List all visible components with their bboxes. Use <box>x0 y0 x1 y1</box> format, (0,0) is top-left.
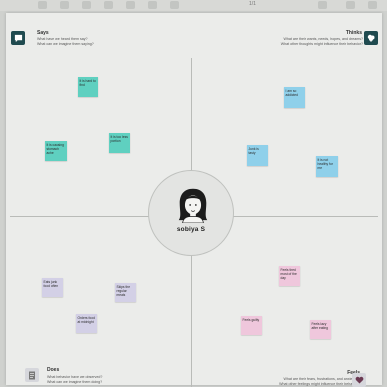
thought-cloud-icon <box>364 31 378 45</box>
sticky-note-does[interactable]: Eats junk food often <box>42 278 63 297</box>
feels-title: Feels <box>260 370 360 376</box>
persona-avatar-icon[interactable] <box>174 185 212 223</box>
toolbar-button[interactable] <box>318 1 327 9</box>
sticky-note-does[interactable]: Skips the regular meals <box>115 283 136 302</box>
sticky-note-says[interactable]: It is too less portion <box>109 133 130 153</box>
does-subtitle-2: What can we imagine them doing? <box>47 380 103 384</box>
sticky-note-says[interactable]: It is causing stomach ache <box>45 141 67 161</box>
sticky-note-does[interactable]: Orders food at midnight <box>76 314 97 333</box>
thinks-subtitle-2: What other thoughts might influence thei… <box>280 42 363 46</box>
speech-bubble-icon <box>11 31 25 45</box>
says-title: Says <box>37 30 49 36</box>
toolbar-button[interactable] <box>104 1 113 9</box>
sticky-note-feels[interactable]: Feels guilty <box>241 316 262 335</box>
persona-name[interactable]: sobiya S <box>148 226 234 233</box>
toolbar-button[interactable] <box>126 1 135 9</box>
top-toolbar: 1/1 <box>0 0 387 11</box>
sticky-note-feels[interactable]: Feels lazy after eating <box>310 320 331 339</box>
sticky-note-thinks[interactable]: I am so addicted <box>284 87 305 108</box>
zoom-label: 1/1 <box>249 1 256 7</box>
toolbar-button[interactable] <box>38 1 47 9</box>
toolbar-button[interactable] <box>148 1 157 9</box>
toolbar-button[interactable] <box>82 1 91 9</box>
toolbar-button[interactable] <box>60 1 69 9</box>
says-subtitle-2: What can we imagine them saying? <box>37 42 94 46</box>
heart-icon <box>352 373 366 387</box>
thinks-title: Thinks <box>345 30 362 36</box>
feels-subtitle-2: What other feelings might influence thei… <box>279 382 360 386</box>
sticky-note-thinks[interactable]: It is not healthy for me <box>316 156 338 177</box>
does-title: Does <box>47 367 60 373</box>
sticky-note-feels[interactable]: Feels tired most of the day <box>279 266 300 286</box>
sticky-note-says[interactable]: It is hard to find <box>78 77 98 97</box>
toolbar-button[interactable] <box>368 1 377 9</box>
sticky-note-thinks[interactable]: Junk is tasty <box>247 145 268 166</box>
toolbar-button[interactable] <box>170 1 179 9</box>
toolbar-button[interactable] <box>346 1 355 9</box>
document-icon <box>25 368 39 382</box>
